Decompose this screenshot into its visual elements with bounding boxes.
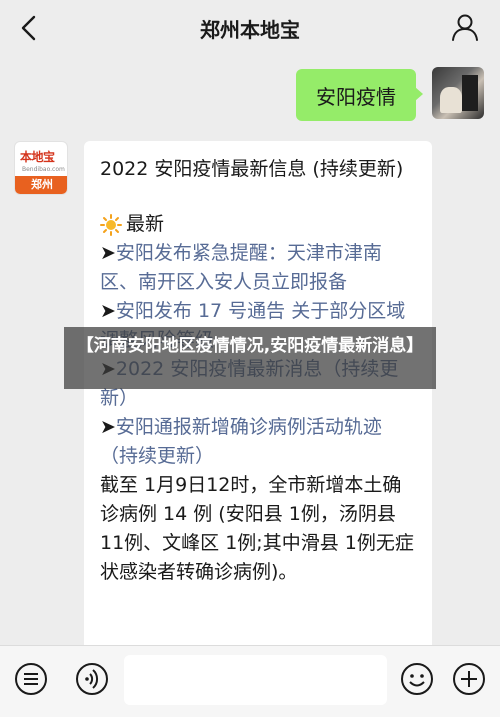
arrow-icon: ➤ (100, 242, 116, 264)
bot-message-bubble: 2022 安阳疫情最新信息 (持续更新) 最新 ➤安阳发布紧急提醒：天津市津南区… (84, 141, 432, 661)
bendibao-logo-sub: Bendibao.com (22, 166, 65, 173)
avatar-shadow (462, 75, 478, 111)
news-item[interactable]: ➤安阳发布紧急提醒：天津市津南区、南开区入安人员立即报备 (100, 239, 416, 297)
message-input[interactable] (124, 655, 387, 705)
news-link[interactable]: 安阳发布紧急提醒：天津市津南区、南开区入安人员立即报备 (100, 242, 382, 293)
news-item[interactable]: ➤安阳通报新增确诊病例活动轨迹（持续更新） (100, 413, 416, 471)
bendibao-logo: 本地宝 (20, 150, 55, 164)
message-heading: 2022 安阳疫情最新信息 (持续更新) (100, 158, 404, 180)
latest-label: 最新 (126, 213, 165, 235)
title-overlay-banner: 【河南安阳地区疫情情况,安阳疫情最新消息】 (64, 327, 436, 389)
my-avatar[interactable] (432, 67, 484, 119)
case-detail-text: 截至 1月9日12时，全市新增本土确诊病例 14 例 (安阳县 1例，汤阴县 1… (100, 474, 414, 583)
emoji-icon[interactable] (400, 662, 434, 696)
arrow-icon: ➤ (100, 416, 116, 438)
latest-section-label: 最新 (100, 210, 416, 239)
news-link[interactable]: 安阳通报新增确诊病例活动轨迹（持续更新） (100, 416, 382, 467)
my-message-bubble[interactable]: 安阳疫情 (296, 69, 423, 121)
top-bar: 郑州本地宝 (0, 0, 500, 56)
arrow-icon: ➤ (100, 300, 116, 322)
menu-icon[interactable] (14, 662, 48, 696)
voice-icon[interactable] (75, 662, 109, 696)
add-icon[interactable] (452, 662, 486, 696)
back-arrow-icon[interactable] (18, 14, 42, 42)
page-title: 郑州本地宝 (200, 17, 300, 42)
avatar-figure (440, 87, 462, 113)
bot-avatar[interactable]: 本地宝 Bendibao.com 郑州 (14, 141, 68, 195)
input-bar (0, 645, 500, 717)
bot-avatar-city: 郑州 (15, 176, 67, 194)
user-profile-icon[interactable] (450, 12, 480, 42)
sun-icon (100, 213, 122, 236)
my-message-text: 安阳疫情 (316, 84, 396, 109)
